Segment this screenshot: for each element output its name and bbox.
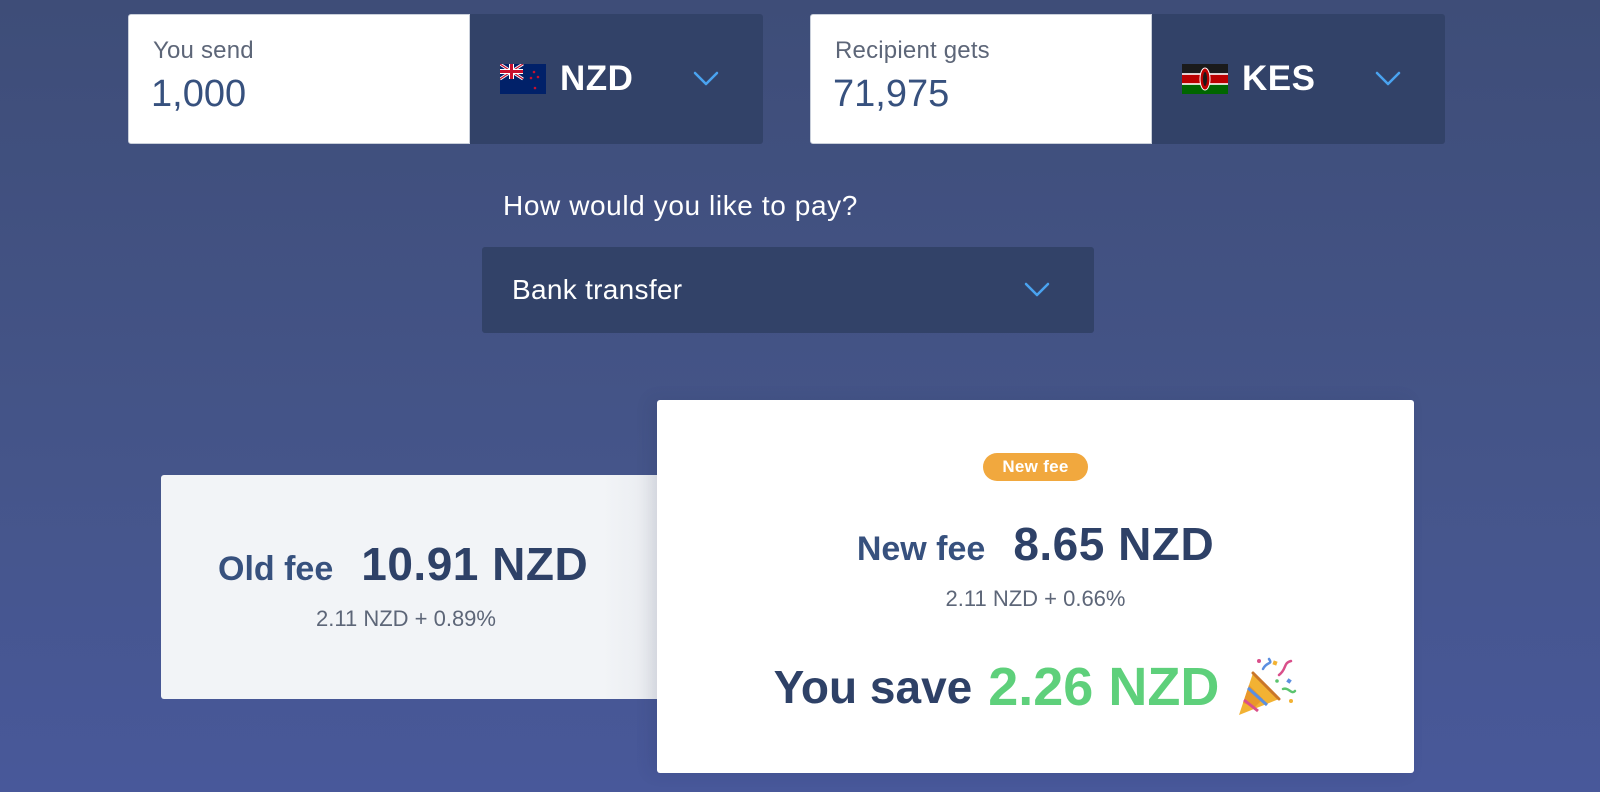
send-amount-group: You send 1,000 NZD bbox=[128, 14, 763, 144]
new-zealand-flag-icon bbox=[500, 64, 546, 94]
savings-label: You save bbox=[773, 661, 973, 713]
new-fee-amount: 8.65 NZD bbox=[1013, 518, 1215, 570]
old-fee-breakdown: 2.11 NZD + 0.89% bbox=[316, 606, 496, 631]
old-fee-label: Old fee bbox=[218, 550, 334, 588]
new-fee-line: New fee 8.65 NZD bbox=[657, 517, 1414, 571]
send-amount-value[interactable]: 1,000 bbox=[151, 73, 469, 116]
party-popper-icon bbox=[1239, 657, 1297, 715]
receive-currency-code: KES bbox=[1242, 59, 1316, 98]
receive-amount-field[interactable]: Recipient gets 71,975 bbox=[810, 14, 1152, 144]
receive-amount-value[interactable]: 71,975 bbox=[833, 73, 1151, 116]
chevron-down-icon bbox=[693, 71, 719, 86]
send-currency-select[interactable]: NZD bbox=[470, 14, 763, 144]
new-fee-card: New fee New fee 8.65 NZD 2.11 NZD + 0.66… bbox=[657, 400, 1414, 773]
send-amount-label: You send bbox=[153, 37, 254, 64]
new-fee-label: New fee bbox=[856, 530, 986, 568]
receive-amount-group: Recipient gets 71,975 KES bbox=[810, 14, 1445, 144]
chevron-down-icon bbox=[1024, 282, 1050, 297]
savings-amount: 2.26 NZD bbox=[988, 657, 1220, 717]
payment-question: How would you like to pay? bbox=[503, 190, 858, 221]
receive-amount-label: Recipient gets bbox=[835, 37, 990, 64]
old-fee-line: Old fee 10.91 NZD bbox=[218, 537, 588, 591]
send-currency-code: NZD bbox=[560, 59, 634, 98]
new-fee-badge: New fee bbox=[983, 453, 1088, 481]
old-fee-card: Old fee 10.91 NZD 2.11 NZD + 0.89% bbox=[161, 475, 681, 699]
send-amount-field[interactable]: You send 1,000 bbox=[128, 14, 470, 144]
new-fee-breakdown: 2.11 NZD + 0.66% bbox=[945, 586, 1126, 611]
kenya-flag-icon bbox=[1182, 64, 1228, 94]
savings-line: You save 2.26 NZD bbox=[657, 655, 1414, 719]
payment-method-value: Bank transfer bbox=[512, 274, 683, 305]
old-fee-amount: 10.91 NZD bbox=[361, 538, 589, 590]
receive-currency-select[interactable]: KES bbox=[1152, 14, 1445, 144]
payment-method-select[interactable]: Bank transfer bbox=[482, 247, 1094, 333]
chevron-down-icon bbox=[1375, 71, 1401, 86]
